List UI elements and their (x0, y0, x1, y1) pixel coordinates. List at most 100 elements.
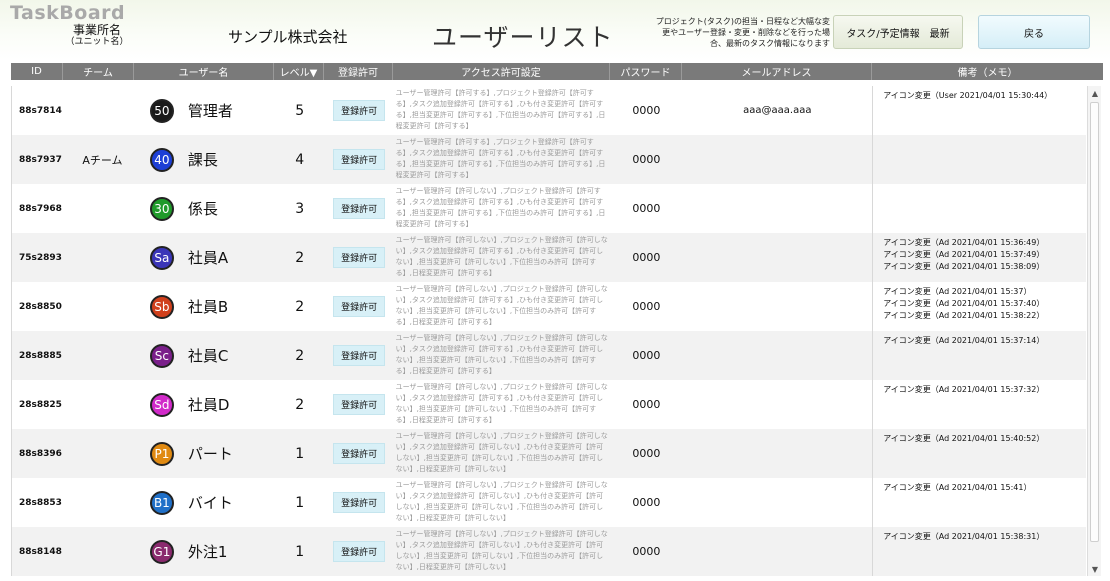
table-row[interactable]: 28s8853 B1 バイト 1 登録許可 ユーザー管理許可【許可しない】,プロ… (12, 478, 1086, 527)
user-id: 88s7814 (19, 105, 62, 116)
password: 0000 (632, 447, 661, 460)
memo: アイコン変更（Ad 2021/04/01 15:40:52） (872, 429, 1086, 478)
registration-badge[interactable]: 登録許可 (333, 345, 386, 366)
registration-badge[interactable]: 登録許可 (333, 198, 386, 219)
memo-line: アイコン変更（Ad 2021/04/01 15:40:52） (883, 434, 1045, 443)
user-cell: P1 パート (135, 429, 275, 478)
user-level: 1 (295, 494, 305, 511)
table-row[interactable]: 88s8396 P1 パート 1 登録許可 ユーザー管理許可【許可しない】,プロ… (12, 429, 1086, 478)
registration-badge[interactable]: 登録許可 (333, 296, 386, 317)
table-row[interactable]: 88s7814 50 管理者 5 登録許可 ユーザー管理許可【許可する】,プロジ… (12, 86, 1086, 135)
avatar: 50 (149, 98, 174, 123)
email (682, 282, 872, 331)
user-name: 社員B (187, 298, 229, 316)
registration-badge[interactable]: 登録許可 (333, 443, 386, 464)
password: 0000 (632, 349, 661, 362)
office-info: 事業所名 （ユニット名） (62, 24, 132, 48)
memo-line: アイコン変更（Ad 2021/04/01 15:37:40） (883, 299, 1045, 308)
registration-badge[interactable]: 登録許可 (333, 492, 386, 513)
column-header-password[interactable]: パスワード (610, 63, 682, 80)
registration-cell: 登録許可 (325, 282, 394, 331)
back-button[interactable]: 戻る (978, 15, 1090, 49)
user-level: 1 (295, 543, 305, 560)
registration-cell: 登録許可 (325, 380, 394, 429)
user-cell: G1 外注1 (135, 527, 275, 576)
registration-cell: 登録許可 (325, 135, 394, 184)
user-cell: 50 管理者 (135, 86, 275, 135)
registration-cell: 登録許可 (325, 331, 394, 380)
chevron-up-icon[interactable]: ▲ (1088, 86, 1102, 100)
table-row[interactable]: 88s8148 G1 外注1 1 登録許可 ユーザー管理許可【許可しない】,プロ… (12, 527, 1086, 576)
memo-line: アイコン変更（User 2021/04/01 15:30:44） (883, 91, 1053, 100)
registration-badge[interactable]: 登録許可 (333, 394, 386, 415)
registration-cell: 登録許可 (325, 527, 394, 576)
column-header-username[interactable]: ユーザー名 (134, 63, 274, 80)
email (682, 429, 872, 478)
table-row[interactable]: 28s8885 Sc 社員C 2 登録許可 ユーザー管理許可【許可しない】,プロ… (12, 331, 1086, 380)
password: 0000 (632, 153, 661, 166)
user-name: 課長 (187, 151, 218, 169)
team-name (64, 429, 135, 478)
user-cell: Sd 社員D (135, 380, 275, 429)
table-row[interactable]: 88s7937 Aチーム 40 課長 4 登録許可 ユーザー管理許可【許可する】… (12, 135, 1086, 184)
column-header-access[interactable]: アクセス許可設定 (393, 63, 610, 80)
user-cell: B1 バイト (135, 478, 275, 527)
column-header-id[interactable]: ID (11, 63, 63, 80)
table-row[interactable]: 28s8825 Sd 社員D 2 登録許可 ユーザー管理許可【許可しない】,プロ… (12, 380, 1086, 429)
email (682, 331, 872, 380)
registration-cell: 登録許可 (325, 184, 394, 233)
user-name: 社員A (187, 249, 229, 267)
memo-line: アイコン変更（Ad 2021/04/01 15:37:14） (883, 336, 1045, 345)
email (682, 478, 872, 527)
column-header-team[interactable]: チーム (63, 63, 134, 80)
table-row[interactable]: 28s8850 Sb 社員B 2 登録許可 ユーザー管理許可【許可しない】,プロ… (12, 282, 1086, 331)
avatar: G1 (149, 539, 174, 564)
registration-cell: 登録許可 (325, 478, 394, 527)
registration-badge[interactable]: 登録許可 (333, 100, 386, 121)
column-header-email[interactable]: メールアドレス (682, 63, 872, 80)
scroll-thumb[interactable] (1090, 102, 1099, 542)
user-table: 88s7814 50 管理者 5 登録許可 ユーザー管理許可【許可する】,プロジ… (11, 86, 1086, 576)
table-row[interactable]: 88s7968 30 係長 3 登録許可 ユーザー管理許可【許可しない】,プロジ… (12, 184, 1086, 233)
column-header-memo[interactable]: 備考（メモ） (872, 63, 1103, 80)
registration-badge[interactable]: 登録許可 (333, 149, 386, 170)
column-header-level[interactable]: レベル▼ (274, 63, 324, 80)
access-settings: ユーザー管理許可【許可しない】,プロジェクト登録許可【許可しない】,タスク追加登… (395, 236, 608, 277)
access-settings: ユーザー管理許可【許可しない】,プロジェクト登録許可【許可しない】,タスク追加登… (395, 383, 608, 424)
team-name (64, 478, 135, 527)
email (682, 135, 872, 184)
password: 0000 (632, 104, 661, 117)
memo-line: アイコン変更（Ad 2021/04/01 15:38:22） (883, 311, 1045, 320)
team-name (64, 282, 135, 331)
memo-line: アイコン変更（Ad 2021/04/01 15:38:09） (883, 262, 1045, 271)
chevron-down-icon[interactable]: ▼ (1088, 562, 1102, 576)
user-cell: Sc 社員C (135, 331, 275, 380)
avatar: 30 (149, 196, 174, 221)
user-level: 2 (295, 298, 305, 315)
refresh-tasks-button[interactable]: タスク/予定情報 最新 (833, 15, 963, 49)
user-level: 1 (295, 445, 305, 462)
column-header-registration[interactable]: 登録許可 (324, 63, 393, 80)
team-name (64, 331, 135, 380)
vertical-scrollbar[interactable]: ▲ ▼ (1087, 86, 1101, 576)
app-logo: TaskBoard (10, 2, 126, 24)
email (682, 233, 872, 282)
memo: アイコン変更（Ad 2021/04/01 15:37:32） (872, 380, 1086, 429)
company-name: サンプル株式会社 (228, 28, 348, 46)
memo: アイコン変更（User 2021/04/01 15:30:44） (872, 86, 1086, 135)
user-level: 5 (295, 102, 305, 119)
user-cell: Sa 社員A (135, 233, 275, 282)
password: 0000 (632, 496, 661, 509)
user-id: 88s8148 (19, 546, 62, 557)
user-id: 28s8825 (19, 399, 62, 410)
table-header: ID チーム ユーザー名 レベル▼ 登録許可 アクセス許可設定 パスワード メー… (11, 63, 1103, 80)
user-cell: 40 課長 (135, 135, 275, 184)
avatar: Sb (149, 294, 174, 319)
registration-badge[interactable]: 登録許可 (333, 247, 386, 268)
table-row[interactable]: 75s2893 Sa 社員A 2 登録許可 ユーザー管理許可【許可しない】,プロ… (12, 233, 1086, 282)
team-name: Aチーム (82, 153, 123, 167)
password: 0000 (632, 300, 661, 313)
registration-badge[interactable]: 登録許可 (333, 541, 386, 562)
update-note: プロジェクト(タスク)の担当・日程など大幅な変更やユーザー登録・変更・削除などを… (655, 17, 830, 48)
avatar: P1 (149, 441, 174, 466)
